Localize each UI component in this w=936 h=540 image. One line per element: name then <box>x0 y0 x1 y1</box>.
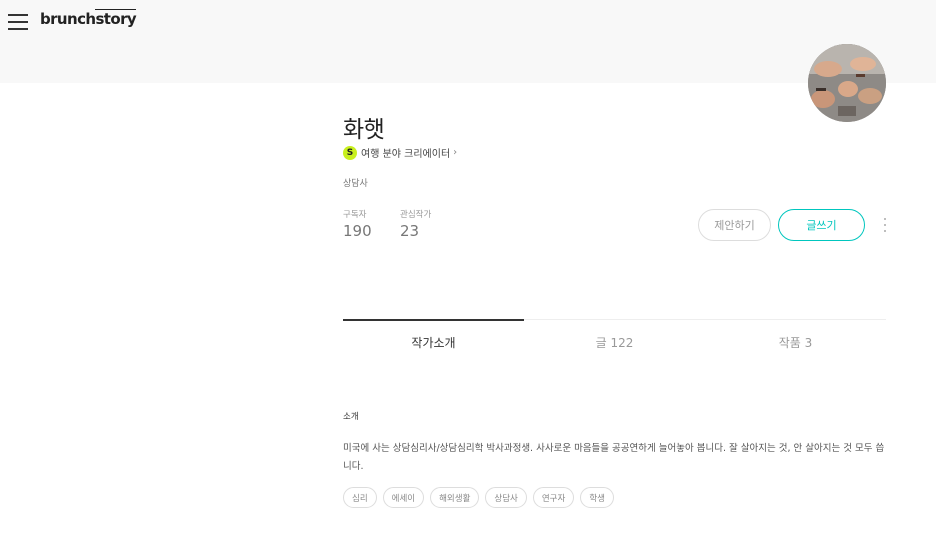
author-job: 상담사 <box>343 179 368 189</box>
tag-item[interactable]: 연구자 <box>532 487 575 508</box>
subscribers-stat[interactable]: 구독자 190 <box>343 208 372 240</box>
subscribers-label: 구독자 <box>343 210 367 220</box>
following-stat[interactable]: 관심작가 23 <box>400 208 431 240</box>
tag-item[interactable]: 심리 <box>343 487 377 508</box>
brunch-story-logo[interactable]: brunchstory <box>40 9 137 28</box>
following-count: 23 <box>400 222 420 240</box>
tag-item[interactable]: 학생 <box>580 487 614 508</box>
propose-button[interactable]: 제안하기 <box>698 209 771 241</box>
author-avatar[interactable] <box>808 44 886 122</box>
intro-text: 미국에 사는 상담심리사/상담심리학 박사과정생. 사사로운 마음들을 공공연하… <box>343 443 885 472</box>
write-button[interactable]: 글쓰기 <box>778 209 865 241</box>
hamburger-menu-icon[interactable] <box>8 13 28 31</box>
creator-s-badge-icon: S <box>343 145 357 160</box>
creator-label: 여행 분야 크리에이터 <box>361 149 451 160</box>
tag-item[interactable]: 해외생활 <box>430 487 480 508</box>
following-label: 관심작가 <box>400 210 432 220</box>
intro-title: 소개 <box>343 412 359 422</box>
tab-works[interactable]: 작품 3 <box>705 320 886 359</box>
tab-articles[interactable]: 글 122 <box>524 320 705 359</box>
tag-item[interactable]: 상담사 <box>485 487 527 508</box>
tab-author-intro[interactable]: 작가소개 <box>343 319 524 359</box>
author-name: 화햇 <box>343 117 385 143</box>
keyword-tags: 심리 에세이 해외생활 상담사 연구자 학생 <box>343 487 614 508</box>
more-options-icon[interactable] <box>880 216 890 234</box>
header-bar: brunchstory <box>0 0 936 83</box>
profile-tabs: 작가소개 글 122 작품 3 <box>343 319 886 359</box>
creator-category-link[interactable]: S 여행 분야 크리에이터 › <box>343 145 457 160</box>
tag-item[interactable]: 에세이 <box>382 487 425 508</box>
chevron-right-icon: › <box>453 147 458 158</box>
subscribers-count: 190 <box>343 222 372 240</box>
